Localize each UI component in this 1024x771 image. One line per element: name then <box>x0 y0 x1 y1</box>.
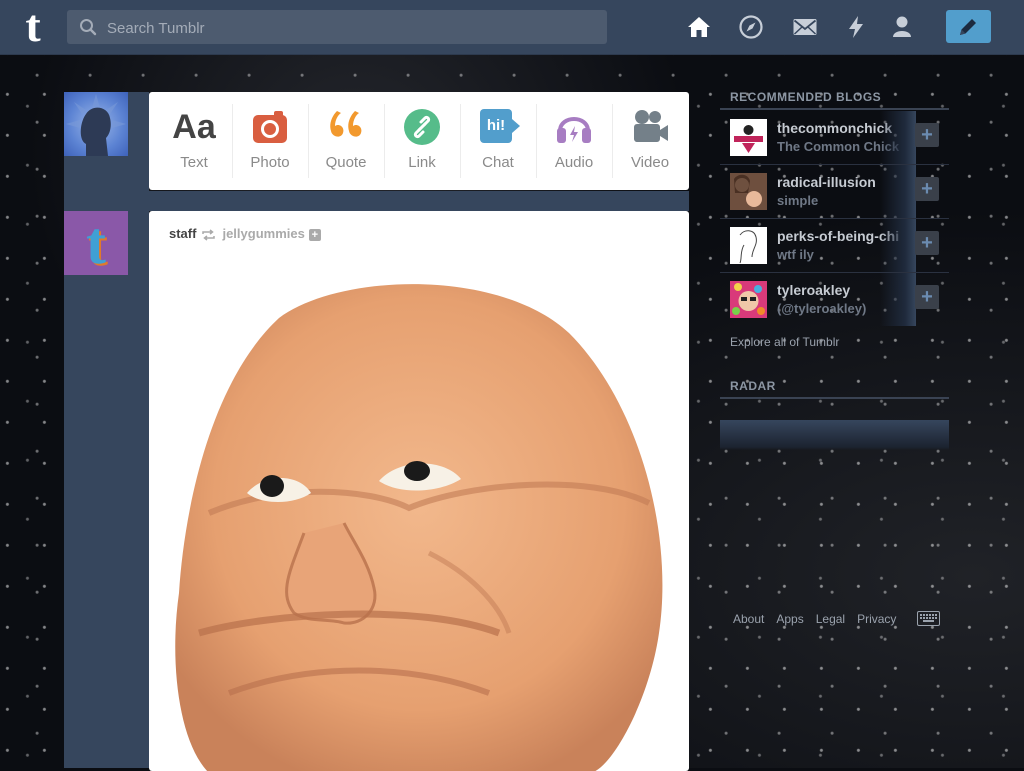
video-camera-icon <box>634 110 668 142</box>
post-type-photo[interactable]: Photo <box>232 92 308 190</box>
fade-overlay <box>880 165 916 218</box>
keyboard-keys <box>920 614 937 622</box>
post-type-bar: Aa Text Photo Quote Link hi! Chat Audio … <box>149 92 689 190</box>
reblog-icon <box>202 228 216 241</box>
post-type-quote[interactable]: Quote <box>308 92 384 190</box>
blog-avatar <box>730 173 767 210</box>
follow-button[interactable]: + <box>915 231 939 255</box>
top-navigation-bar: t <box>0 0 1024 55</box>
explore-compass-icon[interactable] <box>738 14 764 40</box>
text-aa-icon: Aa <box>172 108 216 146</box>
post-type-label: Link <box>408 154 436 171</box>
chat-hi-glyph: hi! <box>486 117 506 134</box>
camera-icon <box>253 111 287 143</box>
reblogged-from-link[interactable]: jellygummies <box>222 226 304 241</box>
messages-icon[interactable] <box>792 14 818 40</box>
post-type-label: Photo <box>250 154 290 171</box>
footer-legal-link[interactable]: Legal <box>816 612 845 626</box>
post-type-link[interactable]: Link <box>384 92 460 190</box>
follow-button[interactable]: + <box>915 285 939 309</box>
fade-overlay <box>880 219 916 272</box>
explore-all-link[interactable]: Explore all of Tumblr <box>730 335 839 349</box>
user-avatar[interactable] <box>64 92 128 156</box>
footer-about-link[interactable]: About <box>733 612 764 626</box>
fade-overlay <box>880 111 916 164</box>
post-type-chat[interactable]: hi! Chat <box>460 92 536 190</box>
home-icon[interactable] <box>686 14 712 40</box>
footer-privacy-link[interactable]: Privacy <box>857 612 896 626</box>
post-type-label: Video <box>630 154 670 171</box>
post-author-link[interactable]: staff <box>169 226 196 241</box>
recommended-blog-item[interactable]: radical-illusion simple + <box>720 165 949 218</box>
link-icon <box>404 109 440 145</box>
dashboard-post: staff jellygummies + <box>149 211 689 771</box>
radar-title: RADAR <box>730 379 776 393</box>
account-icon[interactable] <box>889 14 915 40</box>
pencil-icon <box>960 19 976 35</box>
quote-icon <box>330 111 362 137</box>
recommended-blog-item[interactable]: perks-of-being-chi wtf ily + <box>720 219 949 272</box>
section-divider <box>720 397 949 399</box>
default-silhouette-icon <box>66 94 126 156</box>
search-input[interactable] <box>105 10 599 46</box>
post-gap <box>149 191 689 211</box>
tumblr-logo[interactable]: t <box>17 3 49 49</box>
staff-avatar[interactable]: t <box>64 211 128 275</box>
post-type-audio[interactable]: Audio <box>536 92 612 190</box>
section-divider <box>720 108 949 110</box>
follow-plus-button[interactable]: + <box>308 229 321 241</box>
footer-apps-link[interactable]: Apps <box>776 612 803 626</box>
activity-bolt-icon[interactable] <box>843 14 869 40</box>
post-type-label: Chat <box>482 154 514 171</box>
blog-avatar <box>730 119 767 156</box>
compose-button[interactable] <box>946 10 991 43</box>
blog-avatar <box>730 281 767 318</box>
follow-button[interactable]: + <box>915 123 939 147</box>
search-box[interactable] <box>67 10 607 46</box>
radar-panel <box>720 420 949 450</box>
post-type-video[interactable]: Video <box>612 92 688 190</box>
post-photo-clay-face <box>175 284 663 771</box>
recommended-blog-item[interactable]: thecommonchick The Common Chick + <box>720 111 949 164</box>
post-type-label: Audio <box>554 154 594 171</box>
recommended-blogs-title: RECOMMENDED BLOGS <box>730 90 882 104</box>
post-type-label: Text <box>180 154 208 171</box>
dashboard-left-rail <box>64 92 149 768</box>
blog-avatar <box>730 227 767 264</box>
fade-overlay <box>880 273 916 326</box>
post-type-label: Quote <box>325 154 367 171</box>
headphones-icon <box>557 117 591 143</box>
recommended-blog-item[interactable]: tyleroakley (@tyleroakley) + <box>720 273 949 326</box>
staff-logo-letter: t <box>86 211 106 275</box>
post-header: staff jellygummies + <box>169 226 321 242</box>
footer-links: About Apps Legal Privacy <box>733 612 908 626</box>
post-type-text[interactable]: Aa Text <box>156 92 232 190</box>
search-icon <box>80 19 97 36</box>
keyboard-icon[interactable] <box>917 611 940 626</box>
follow-button[interactable]: + <box>915 177 939 201</box>
